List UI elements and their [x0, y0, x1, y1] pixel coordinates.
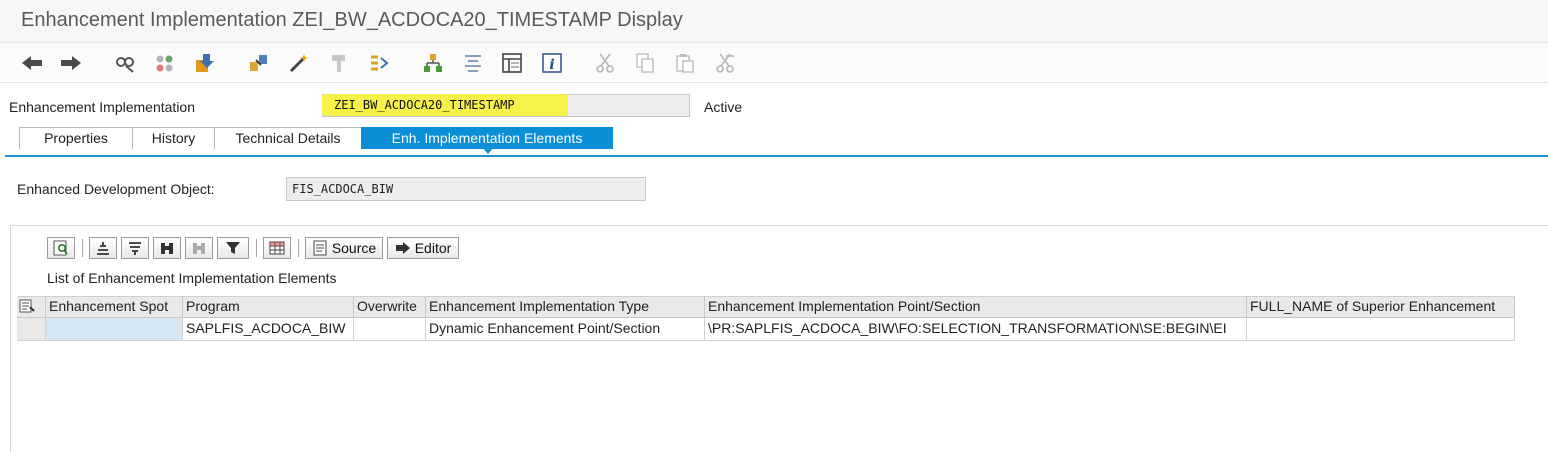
forward-arrow-icon[interactable] — [58, 51, 84, 75]
toolbar-separator — [256, 239, 257, 257]
sort-ascending-icon — [97, 242, 109, 255]
column-header-impl-point-section[interactable]: Enhancement Implementation Point/Section — [705, 296, 1247, 318]
enhance-icon[interactable] — [366, 51, 392, 75]
dev-object-field[interactable]: FIS_ACDOCA_BIW — [286, 177, 646, 201]
sort-ascending-button[interactable] — [89, 237, 117, 259]
align-icon[interactable] — [460, 51, 486, 75]
column-header-full-name-superior[interactable]: FULL_NAME of Superior Enhancement — [1247, 296, 1515, 318]
find-next-button[interactable] — [185, 237, 213, 259]
binoculars-next-icon — [193, 243, 205, 254]
impl-name-field[interactable]: ZEI_BW_ACDOCA20_TIMESTAMP — [328, 95, 521, 115]
select-all-icon — [19, 299, 35, 313]
sort-descending-icon — [129, 242, 141, 255]
filter-funnel-icon — [226, 242, 240, 254]
tab-history[interactable]: History — [132, 127, 215, 149]
binoculars-icon — [161, 243, 173, 254]
copy-icon[interactable] — [632, 51, 658, 75]
layout-icon[interactable] — [499, 51, 525, 75]
column-header-overwrite[interactable]: Overwrite — [354, 296, 426, 318]
filter-button[interactable] — [217, 237, 249, 259]
display-change-icon[interactable] — [112, 51, 138, 75]
source-button[interactable]: Source — [305, 237, 383, 259]
dev-object-label: Enhanced Development Object: — [17, 181, 215, 197]
activate-icon[interactable] — [192, 51, 218, 75]
table-layout-icon — [269, 241, 285, 255]
sort-descending-button[interactable] — [121, 237, 149, 259]
back-arrow-icon[interactable] — [19, 51, 45, 75]
cell-impl-point-section[interactable]: \PR:SAPLFIS_ACDOCA_BIW\FO:SELECTION_TRAN… — [705, 318, 1247, 341]
other-object-icon[interactable] — [152, 51, 178, 75]
cut-icon[interactable] — [592, 51, 618, 75]
row-selector[interactable] — [17, 318, 46, 341]
toolbar-separator — [298, 239, 299, 257]
svg-text:i: i — [549, 57, 554, 73]
undo-cut-icon[interactable] — [712, 51, 738, 75]
column-header-program[interactable]: Program — [183, 296, 354, 318]
cell-full-name-superior[interactable] — [1247, 318, 1515, 341]
column-header-enhancement-spot[interactable]: Enhancement Spot — [46, 296, 183, 318]
info-icon[interactable]: i — [539, 51, 565, 75]
paste-icon[interactable] — [672, 51, 698, 75]
source-code-icon — [313, 240, 327, 256]
select-all-cell[interactable] — [17, 296, 46, 318]
active-tab-pointer — [482, 147, 494, 154]
column-header-impl-type[interactable]: Enhancement Implementation Type — [426, 296, 705, 318]
window-title: Enhancement Implementation ZEI_BW_ACDOCA… — [21, 9, 683, 31]
where-used-icon[interactable] — [246, 51, 272, 75]
hammer-icon[interactable] — [326, 51, 352, 75]
cell-impl-type[interactable]: Dynamic Enhancement Point/Section — [426, 318, 705, 341]
magic-wand-icon[interactable] — [286, 51, 312, 75]
grid-title: List of Enhancement Implementation Eleme… — [47, 270, 337, 286]
toolbar-separator — [82, 239, 83, 257]
cell-program[interactable]: SAPLFIS_ACDOCA_BIW — [183, 318, 354, 341]
cell-enhancement-spot[interactable] — [46, 318, 183, 341]
magnify-list-icon — [53, 240, 68, 256]
application-toolbar: i — [0, 43, 1548, 83]
arrow-right-icon — [395, 242, 410, 254]
source-button-label: Source — [331, 240, 377, 256]
layout-button[interactable] — [263, 237, 291, 259]
editor-button-label: Editor — [414, 240, 452, 256]
tab-enh-implementation-elements[interactable]: Enh. Implementation Elements — [361, 127, 613, 149]
impl-label: Enhancement Implementation — [9, 99, 195, 115]
tab-strip-divider — [5, 155, 1548, 157]
status-text: Active — [704, 99, 743, 115]
details-button[interactable] — [47, 237, 75, 259]
hierarchy-icon[interactable] — [420, 51, 446, 75]
find-button[interactable] — [153, 237, 181, 259]
cell-overwrite[interactable] — [354, 318, 426, 341]
editor-button[interactable]: Editor — [387, 237, 459, 259]
tab-properties[interactable]: Properties — [19, 127, 133, 149]
tab-technical-details[interactable]: Technical Details — [214, 127, 362, 149]
